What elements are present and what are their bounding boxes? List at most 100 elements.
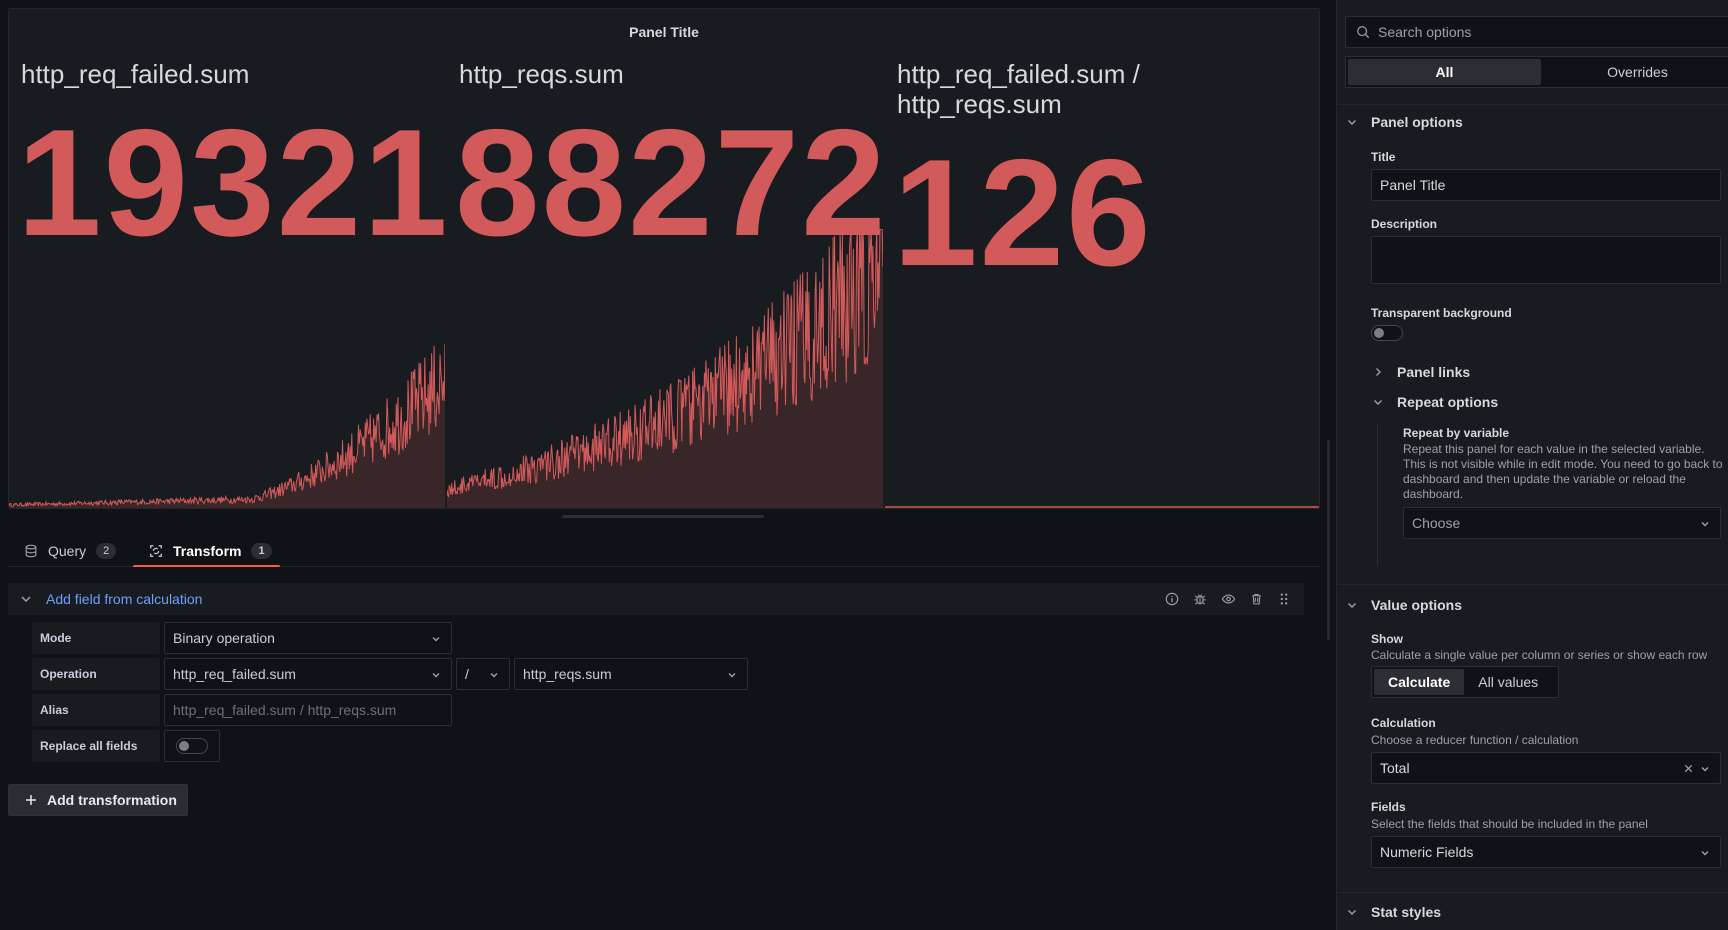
stat-name: http_req_failed.sum (21, 59, 250, 89)
options-filter-tabs: All Overrides (1345, 56, 1728, 88)
operation-right-select[interactable]: http_reqs.sum (514, 658, 748, 690)
options-pane-resize-handle[interactable] (1327, 440, 1330, 640)
section-title: Panel links (1397, 364, 1471, 380)
clear-icon[interactable] (1683, 763, 1694, 774)
alias-label: Alias (32, 694, 160, 726)
show-calculate-option[interactable]: Calculate (1374, 669, 1465, 695)
editor-tabs: Query 2 Transform 1 (8, 535, 1320, 568)
chevron-down-icon (432, 637, 440, 642)
options-pane: Search options All Overrides Panel optio… (1336, 0, 1728, 930)
chevron-down-icon (1701, 767, 1709, 772)
divider (1337, 892, 1728, 893)
mode-select[interactable]: Binary operation (164, 622, 452, 654)
repeat-by-variable-label: Repeat by variable (1403, 426, 1510, 440)
tab-overrides[interactable]: Overrides (1541, 59, 1728, 85)
sparkline-http-reqs (447, 229, 883, 508)
chevron-down-icon (432, 673, 440, 678)
tab-all[interactable]: All (1348, 59, 1541, 85)
operator-select[interactable]: / (456, 658, 510, 690)
drag-handle-icon[interactable] (1276, 591, 1292, 607)
replace-all-label: Replace all fields (32, 730, 160, 762)
repeat-choose-placeholder: Choose (1412, 515, 1461, 531)
replace-all-container (164, 730, 220, 762)
title-label: Title (1371, 150, 1396, 164)
pane-resize-handle[interactable] (562, 515, 764, 518)
stat-http-reqs: http_reqs.sum 88272 (447, 49, 886, 508)
sparkline-area (447, 229, 883, 508)
tab-query[interactable]: Query 2 (24, 535, 117, 567)
section-title: Value options (1371, 597, 1463, 613)
show-description: Calculate a single value per column or s… (1371, 648, 1708, 662)
mode-label: Mode (32, 622, 160, 654)
database-icon (25, 544, 37, 558)
section-title: Repeat options (1397, 394, 1499, 410)
panel-title: Panel Title (629, 24, 699, 40)
repeat-variable-select[interactable]: Choose (1403, 507, 1721, 539)
transparent-background-toggle[interactable] (1371, 325, 1403, 341)
section-title: Panel options (1371, 114, 1463, 130)
panel-preview: Panel Title http_req_failed.sum 19321 ht… (8, 8, 1320, 509)
operation-row: Operation http_req_failed.sum / http_req… (32, 658, 752, 690)
chevron-down-icon (1348, 910, 1356, 915)
debug-icon[interactable] (1192, 591, 1208, 607)
trash-icon[interactable] (1248, 591, 1264, 607)
tab-label: Query (48, 543, 87, 559)
stat-http-req-failed: http_req_failed.sum 19321 (9, 49, 448, 508)
transformations-editor: Add field from calculation Mode Binary o… (8, 567, 1320, 930)
search-placeholder: Search options (1378, 24, 1472, 40)
title-input[interactable]: Panel Title (1371, 169, 1721, 201)
show-radio-group: Calculate All values (1371, 666, 1559, 698)
replace-all-toggle[interactable] (176, 738, 208, 754)
tab-count-badge: 1 (251, 543, 272, 559)
stat-name: http_reqs.sum (459, 59, 624, 89)
show-all-values-option[interactable]: All values (1464, 669, 1552, 695)
chevron-down-icon (728, 673, 736, 678)
replace-all-row: Replace all fields (32, 730, 224, 762)
stat-value: 126 (893, 128, 1153, 298)
tab-count-badge: 2 (96, 543, 117, 559)
repeat-options-guide (1377, 425, 1378, 565)
title-value: Panel Title (1380, 177, 1446, 193)
section-panel-links[interactable]: Panel links (1373, 364, 1470, 380)
search-options-input[interactable]: Search options (1345, 16, 1728, 48)
fields-label: Fields (1371, 800, 1406, 814)
stat-name: http_req_failed.sum / http_reqs.sum (897, 59, 1140, 119)
chevron-down-icon[interactable] (20, 593, 32, 605)
transparent-background-label: Transparent background (1371, 306, 1512, 320)
calculation-label: Calculation (1371, 716, 1436, 730)
transformation-header[interactable]: Add field from calculation (8, 583, 1304, 615)
description-textarea[interactable] (1371, 236, 1721, 284)
section-panel-options[interactable]: Panel options (1347, 114, 1463, 130)
calculation-select[interactable]: Total (1371, 752, 1721, 784)
chevron-down-icon (1348, 120, 1356, 125)
section-value-options[interactable]: Value options (1347, 597, 1462, 613)
fields-select[interactable]: Numeric Fields (1371, 836, 1721, 868)
calculation-description: Choose a reducer function / calculation (1371, 733, 1579, 747)
operation-left-value: http_req_failed.sum (173, 666, 296, 682)
section-title: Stat styles (1371, 904, 1442, 920)
eye-icon[interactable] (1220, 591, 1236, 607)
transform-icon (150, 545, 162, 557)
search-icon (1357, 26, 1370, 39)
add-transformation-label: Add transformation (47, 792, 177, 808)
section-stat-styles[interactable]: Stat styles (1347, 904, 1441, 920)
chevron-down-icon (490, 673, 498, 678)
section-repeat-options[interactable]: Repeat options (1373, 394, 1498, 410)
alias-input[interactable]: http_req_failed.sum / http_reqs.sum (164, 694, 452, 726)
sparkline-http-req-failed (9, 343, 445, 508)
operation-right-value: http_reqs.sum (523, 666, 612, 682)
calculation-value: Total (1380, 760, 1410, 776)
operator-value: / (465, 666, 469, 682)
operation-left-select[interactable]: http_req_failed.sum (164, 658, 452, 690)
chevron-down-icon (1348, 603, 1356, 608)
alias-row: Alias http_req_failed.sum / http_reqs.su… (32, 694, 456, 726)
fields-value: Numeric Fields (1380, 844, 1474, 860)
chevron-down-icon (1701, 851, 1709, 856)
tab-transform[interactable]: Transform 1 (133, 535, 280, 568)
add-transformation-button[interactable]: Add transformation (8, 784, 188, 816)
stat-ratio: http_req_failed.sum / http_reqs.sum 126 (885, 49, 1319, 508)
description-label: Description (1371, 217, 1438, 231)
show-label: Show (1371, 632, 1403, 646)
operation-label: Operation (32, 658, 160, 690)
info-icon[interactable] (1164, 591, 1180, 607)
